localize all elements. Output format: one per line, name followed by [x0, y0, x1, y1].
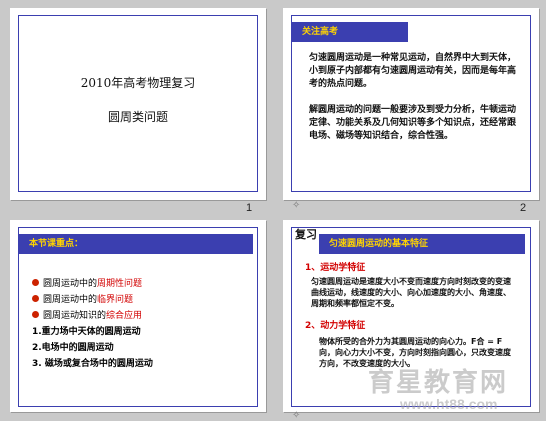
- slide-2-paragraph-2: 解圆周运动的问题一般要涉及到受力分析，牛顿运动定律、功能关系及几何知识等多个知识…: [309, 105, 517, 141]
- bullet-item: 圆周运动中的 临界问题: [32, 292, 252, 305]
- bullet-icon: [32, 311, 39, 318]
- slide-4-section-2-title: 2、动力学特征: [305, 321, 366, 331]
- slide-3-header: 本节课重点：: [19, 234, 253, 254]
- bullet-icon: [32, 279, 39, 286]
- watermark-url: www.ht88.com: [400, 396, 498, 412]
- numbered-item: 1.重力场中天体的圆周运动: [32, 327, 141, 337]
- slide-2-transition-icon: ✧: [292, 200, 301, 211]
- slide-2-paragraph-1: 匀速圆周运动是一种常见运动，自然界中大到天体，小到原子内部都有匀速圆周运动有关，…: [309, 53, 517, 89]
- numbered-item: 3. 磁场或复合场中的圆周运动: [32, 359, 153, 369]
- slide-1-thumbnail[interactable]: 2010年高考物理复习 圆周类问题: [10, 8, 266, 200]
- bullet-item: 圆周运动中的 周期性问题: [32, 276, 252, 289]
- slide-4-header: 匀速圆周运动的基本特征: [319, 234, 525, 254]
- slide-4-section-1-title: 1、运动学特征: [305, 263, 366, 273]
- slide-1-title: 2010年高考物理复习: [80, 76, 196, 90]
- page-number-1: 1: [246, 202, 253, 214]
- slide-frame: [18, 15, 258, 192]
- slide-4-section-1-body: 匀速圆周运动是速度大小不变而速度方向时刻改变的变速曲线运动，线速度的大小、向心加…: [311, 277, 511, 308]
- slide-2-thumbnail[interactable]: 关注高考 匀速圆周运动是一种常见运动，自然界中大到天体，小到原子内部都有匀速圆周…: [283, 8, 539, 200]
- slide-3-thumbnail[interactable]: 本节课重点： 圆周运动中的 周期性问题 圆周运动中的 临界问题 圆周运动知识的 综合应…: [10, 220, 266, 412]
- watermark-logo-text: 育星教育网: [368, 368, 509, 398]
- slide-3-bullet-list: 圆周运动中的 周期性问题 圆周运动中的 临界问题 圆周运动知识的 综合应用 1.重力场…: [32, 276, 252, 372]
- slide-4-transition-icon: ✧: [292, 410, 301, 421]
- numbered-item: 2.电场中的圆周运动: [32, 343, 114, 353]
- page-number-2: 2: [520, 202, 527, 214]
- slide-2-header: 关注高考: [292, 22, 408, 42]
- bullet-icon: [32, 295, 39, 302]
- slide-4-tag: 复习: [295, 228, 317, 241]
- slide-1-subtitle: 圆周类问题: [107, 110, 168, 124]
- bullet-item: 圆周运动知识的 综合应用: [32, 308, 252, 321]
